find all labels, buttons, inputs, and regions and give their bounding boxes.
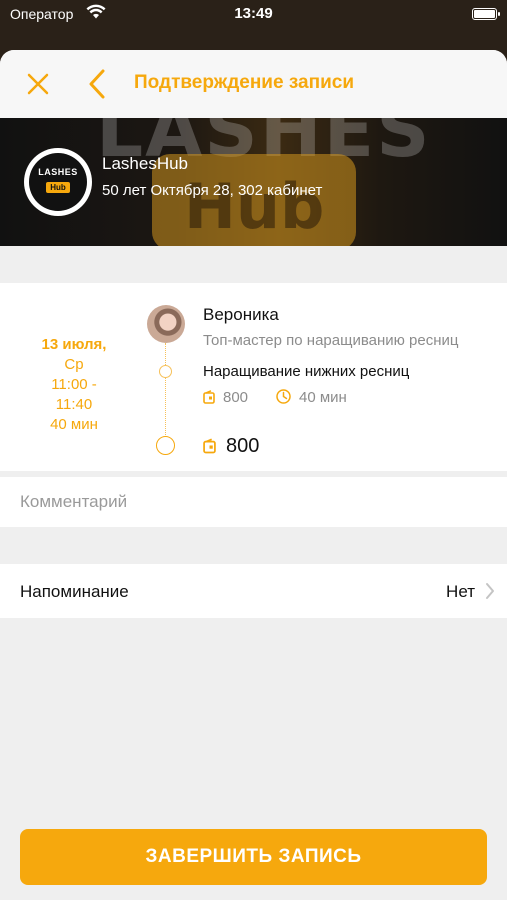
timeline-dot-service [159, 365, 172, 378]
total-price: 800 [203, 435, 259, 460]
back-icon[interactable] [86, 68, 108, 100]
page-title: Подтверждение записи [134, 72, 354, 93]
nav-bar: Подтверждение записи [0, 50, 507, 118]
salon-logo-word: LASHES [38, 167, 78, 177]
clock-time: 13:49 [234, 5, 273, 22]
salon-logo: LASHES Hub [24, 148, 92, 216]
timeline-line [165, 343, 166, 447]
salon-address: 50 лет Октября 28, 302 кабинет [102, 182, 323, 199]
appointment-card: 13 июля, Ср 11:00 - 11:40 40 мин Вероник… [0, 283, 507, 471]
master-avatar [147, 305, 185, 343]
timeline-dot-total [156, 436, 175, 455]
appointment-weekday: Ср [64, 356, 84, 373]
salon-logo-badge: LASHES Hub [29, 153, 87, 211]
service-duration-value: 40 мин [299, 389, 347, 406]
service-price: 800 [203, 389, 248, 408]
confirmation-sheet: Подтверждение записи LASHES Hub LASHES H… [0, 50, 507, 900]
appointment-date: 13 июля, [41, 336, 107, 353]
total-price-value: 800 [226, 435, 260, 457]
salon-header: LASHES Hub LASHES Hub LashesHub 50 лет О… [0, 118, 507, 246]
reminder-row[interactable]: Напоминание Нет [0, 564, 507, 618]
wallet-icon [203, 390, 215, 408]
close-icon[interactable] [24, 70, 52, 98]
service-name: Наращивание нижних ресниц [203, 363, 410, 380]
chevron-right-icon [486, 583, 494, 599]
salon-name: LashesHub [102, 154, 189, 173]
status-bar: Оператор 13:49 [0, 0, 507, 30]
reminder-label: Напоминание [20, 582, 129, 601]
master-name: Вероника [203, 305, 279, 324]
comment-row [0, 477, 507, 527]
appointment-datetime: 13 июля, Ср 11:00 - 11:40 40 мин [0, 335, 148, 435]
wallet-icon [203, 437, 216, 460]
service-price-value: 800 [223, 389, 249, 406]
finish-booking-button[interactable]: ЗАВЕРШИТЬ ЗАПИСЬ [20, 829, 487, 885]
battery-icon [472, 8, 500, 20]
master-role: Топ-мастер по наращиванию ресниц [203, 332, 459, 349]
salon-logo-hub: Hub [46, 182, 70, 193]
reminder-value: Нет [446, 582, 475, 601]
salon-cover-hub: Hub [184, 170, 325, 243]
appointment-time-start: 11:00 - [51, 376, 97, 393]
appointment-duration: 40 мин [50, 416, 98, 433]
comment-input[interactable] [20, 477, 490, 527]
service-duration: 40 мин [276, 389, 347, 408]
clock-icon [276, 389, 291, 408]
appointment-time-end: 11:40 [55, 396, 93, 413]
